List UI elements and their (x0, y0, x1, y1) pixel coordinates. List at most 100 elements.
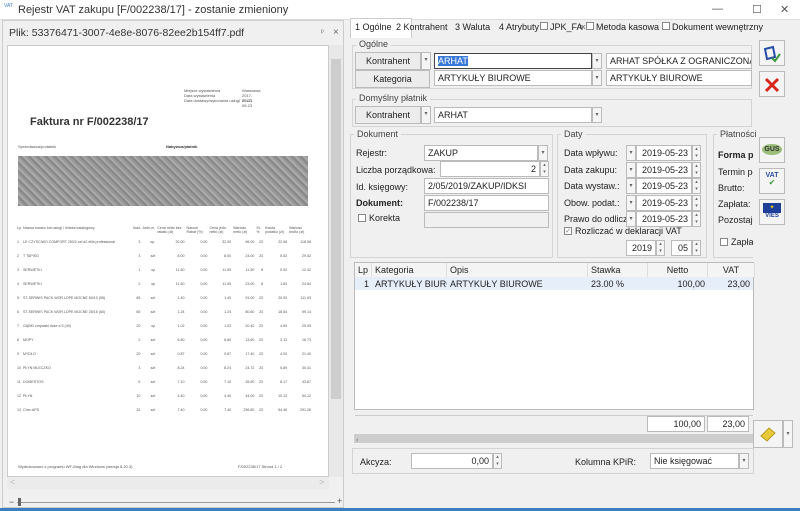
dokument-label: Dokument: (356, 198, 403, 208)
termin-label: Termin pł (718, 167, 753, 177)
sum-vat: 23,00 (707, 416, 749, 432)
akcyza-input[interactable]: 0,00 (411, 453, 493, 469)
pdf-cell: 11.50 (175, 282, 185, 286)
platnik-dropdown-button[interactable]: ▾ (421, 106, 431, 124)
date-spinner[interactable]: ▴ ▾ (692, 178, 701, 194)
date-picker-button[interactable]: ▾ (626, 178, 636, 194)
date-picker-button[interactable]: ▾ (626, 194, 636, 211)
date-picker-button[interactable]: ▾ (626, 145, 636, 161)
rozliczac-checkbox[interactable]: ✓ (564, 227, 572, 235)
lp-spinner[interactable]: ▴ ▾ (540, 161, 549, 177)
close-button[interactable]: ✕ (780, 3, 789, 16)
vat-verify-button[interactable]: VAT ✔ (759, 168, 785, 194)
lp-input[interactable]: 2 (440, 161, 540, 177)
jpk-checkbox[interactable] (540, 22, 548, 30)
akcyza-spinner[interactable]: ▴ ▾ (493, 453, 502, 469)
date-spinner[interactable]: ▴ ▾ (692, 161, 701, 178)
date-picker-button[interactable]: ▾ (626, 161, 636, 178)
rejestr-dropdown[interactable]: ▾ (538, 145, 548, 161)
zoom-in-button[interactable]: + (337, 496, 342, 506)
date-spinner[interactable]: ▴ ▾ (692, 211, 701, 227)
pozostaje-label: Pozostaje (718, 215, 753, 225)
pdf-cell: 22.08 (278, 240, 288, 244)
horizontal-scrollbar[interactable]: < > (7, 477, 329, 489)
pdf-cell: 23 (259, 324, 264, 328)
tab-ogolne[interactable]: 1 Ogólne (355, 22, 392, 32)
dokument-wewnetrzny-checkbox[interactable] (662, 22, 670, 30)
cancel-button[interactable] (759, 71, 785, 97)
kategoria-button[interactable]: Kategoria (355, 70, 430, 88)
date-input[interactable]: 2019-05-23 (636, 211, 692, 227)
month-input[interactable]: 05 (671, 240, 692, 256)
pdf-table-row: 8 MOPY 2 szt 6.80 0.00 6.80 13.60 23 3.13 16.73 (16, 338, 312, 352)
tab-atrybuty[interactable]: 4 Atrybuty (499, 22, 539, 32)
save-icon (763, 45, 781, 63)
save-button[interactable] (759, 40, 785, 66)
kontrahent-button[interactable]: Kontrahent (355, 52, 421, 70)
kategoria-input[interactable]: ARTYKUŁY BIUROWE (434, 70, 592, 86)
pdf-cell: 111.93 (300, 296, 311, 300)
id-input[interactable]: 2/05/2019/ZAKUP/IDKSI (424, 178, 549, 194)
gus-button[interactable]: GUS (759, 137, 785, 163)
kategoria-desc-field[interactable]: ARTYKUŁY BIUROWE (606, 70, 752, 86)
grid-horizontal-scrollbar[interactable]: ‹ (354, 434, 754, 444)
col-stawka[interactable]: Stawka (588, 263, 648, 277)
col-opis[interactable]: Opis (447, 263, 588, 277)
date-input[interactable]: 2019-05-23 (636, 194, 692, 211)
year-spinner[interactable]: ▴ ▾ (656, 240, 665, 256)
date-input[interactable]: 2019-05-23 (636, 145, 692, 161)
minimize-button[interactable]: — (712, 3, 723, 15)
year-input[interactable]: 2019 (626, 240, 656, 256)
kategoria-dropdown[interactable]: ▾ (592, 70, 602, 86)
zaplacono-checkbox[interactable] (720, 238, 728, 246)
notes-dropdown[interactable]: ▾ (783, 420, 793, 448)
date-input[interactable]: 2019-05-23 (636, 178, 692, 194)
rejestr-select[interactable]: ZAKUP (424, 145, 538, 161)
col-vat[interactable]: VAT (708, 263, 755, 277)
date-picker-button[interactable]: ▾ (626, 211, 636, 227)
pdf-cell: 1.02 (177, 324, 185, 328)
col-netto[interactable]: Netto (648, 263, 708, 277)
date-input[interactable]: 2019-05-23 (636, 161, 692, 178)
scroll-right-icon[interactable]: > (319, 477, 324, 487)
tab-waluta[interactable]: 3 Waluta (455, 22, 490, 32)
kontrahent-name-field[interactable]: ARHAT SPÓŁKA Z OGRANICZONĄ ODPOWIEDZIALN… (606, 53, 752, 69)
metoda-kasowa-checkbox[interactable] (586, 22, 594, 30)
date-spinner[interactable]: ▴ ▾ (692, 145, 701, 161)
pdf-page[interactable]: Miejsce wystawienia Warszawa Data wystaw… (7, 45, 329, 477)
file-name: Plik: 53376471-3007-4e8e-8076-82ee2b154f… (9, 27, 245, 39)
kontrahent-code-input[interactable]: ARHAT (434, 53, 592, 69)
zoom-out-button[interactable]: − (9, 497, 14, 507)
scrollbar-thumb[interactable] (331, 59, 341, 399)
zoom-slider[interactable] (17, 502, 335, 503)
platnik-group-title: Domyślny płatnik (356, 93, 431, 103)
pdf-seller: Sprzedawca/podatnik (18, 144, 57, 149)
pdf-cell: 0.00 (200, 352, 208, 356)
col-kategoria[interactable]: Kategoria (372, 263, 447, 277)
dokument-input[interactable]: F/002238/17 (424, 195, 549, 211)
pdf-cell: 0.00 (200, 380, 208, 384)
platnik-dropdown[interactable]: ▾ (592, 107, 602, 123)
kpir-dropdown[interactable]: ▾ (739, 453, 749, 469)
pdf-cell: 99.14 (302, 310, 311, 314)
maximize-button[interactable]: ☐ (752, 3, 762, 16)
kontrahent-code-dropdown[interactable]: ▾ (592, 53, 602, 69)
zoom-slider-thumb[interactable] (18, 498, 21, 506)
close-preview-button[interactable]: × (333, 27, 339, 38)
app-icon: VAT (4, 3, 13, 9)
platnik-input[interactable]: ARHAT (434, 107, 592, 123)
pdf-cell: szt (150, 352, 156, 356)
pin-icon[interactable]: ᵖ (321, 29, 324, 36)
kontrahent-dropdown-button[interactable]: ▾ (421, 52, 431, 70)
date-spinner[interactable]: ▴ ▾ (692, 194, 701, 211)
kpir-select[interactable]: Nie księgować (650, 453, 739, 469)
korekta-checkbox[interactable] (358, 214, 366, 222)
col-lp[interactable]: Lp (355, 263, 372, 277)
month-spinner[interactable]: ▴ ▾ (692, 240, 701, 256)
tab-kontrahent[interactable]: 2 Kontrahent (396, 22, 448, 32)
scroll-left-icon[interactable]: < (10, 477, 15, 487)
platnik-kontrahent-button[interactable]: Kontrahent (355, 106, 421, 124)
notes-button[interactable] (753, 420, 783, 448)
pdf-cell: 7.10 (224, 380, 232, 384)
vies-button[interactable]: ✦ VIES (759, 199, 785, 225)
